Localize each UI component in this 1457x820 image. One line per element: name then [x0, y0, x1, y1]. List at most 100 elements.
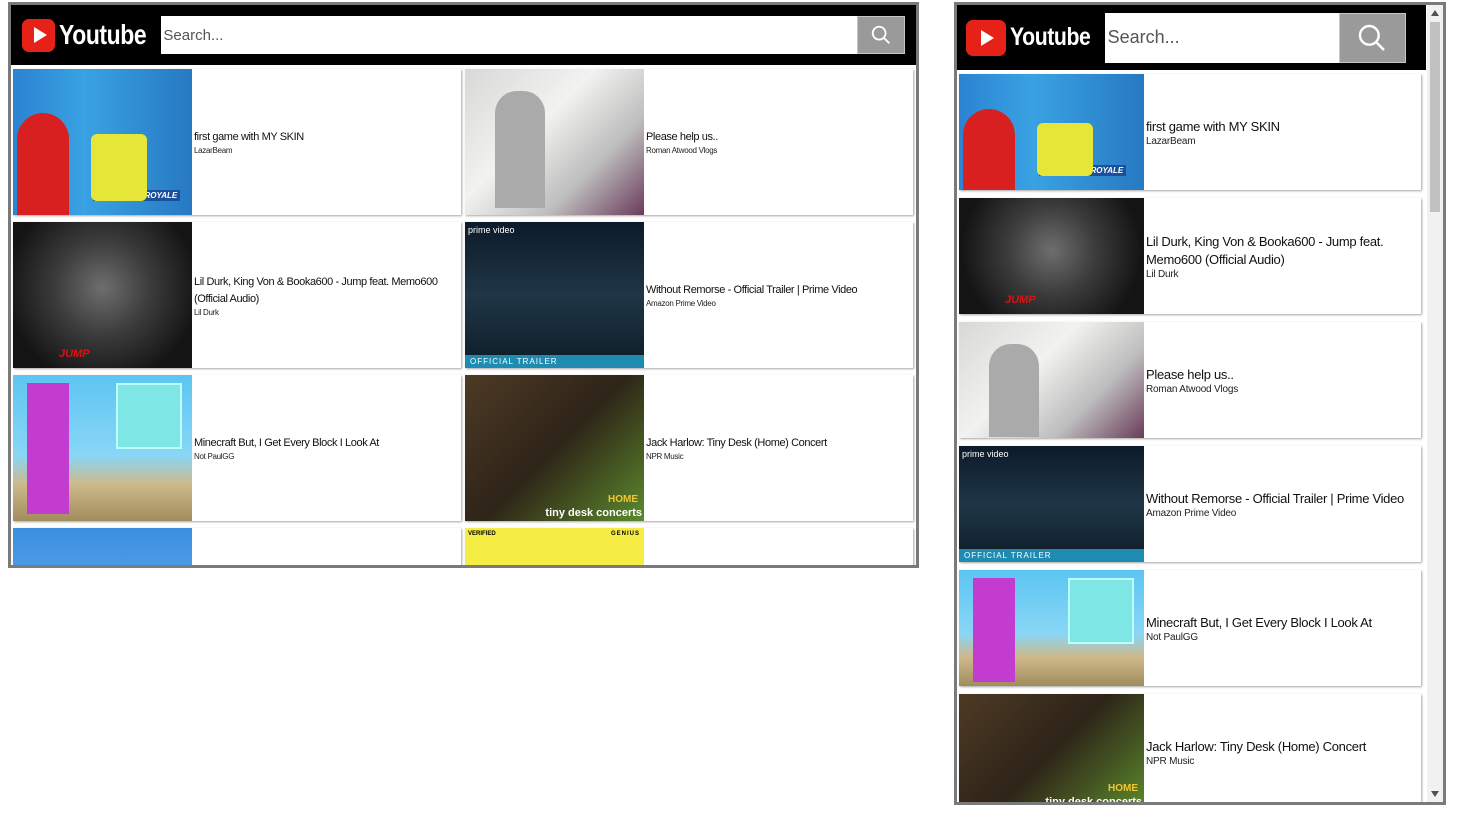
video-thumbnail[interactable]: HOME tiny desk concerts	[959, 694, 1144, 805]
search-icon	[871, 25, 890, 44]
video-thumbnail[interactable]	[465, 69, 644, 215]
video-title[interactable]: Minecraft But, I Get Every Block I Look …	[1146, 614, 1372, 632]
video-title[interactable]: Without Remorse - Official Trailer | Pri…	[646, 282, 858, 299]
video-card[interactable]: #1 VICTORY ROYALEfirst game with MY SKIN…	[13, 69, 461, 215]
search-input[interactable]	[161, 16, 858, 54]
video-thumbnail[interactable]: #1 VICTORY ROYALE	[959, 74, 1144, 190]
play-logo-icon	[22, 18, 55, 52]
scrollbar-thumb[interactable]	[1430, 22, 1440, 212]
video-thumbnail[interactable]: prime video OFFICIAL TRAILER	[465, 222, 644, 368]
search-icon	[1358, 24, 1385, 51]
video-channel[interactable]: NPR Music	[1146, 756, 1366, 767]
video-card[interactable]: Minecraft But, I Get Every Block I Look …	[959, 570, 1421, 686]
video-list: #1 VICTORY ROYALEfirst game with MY SKIN…	[957, 70, 1421, 805]
thumbnail-figure	[495, 91, 545, 208]
video-thumbnail[interactable]: JUMP	[13, 222, 192, 368]
video-card[interactable]: Please help us.. Roman Atwood Vlogs	[465, 69, 913, 215]
thumbnail-text: VERIFIED	[468, 531, 496, 537]
video-meta: Jack Harlow: Tiny Desk (Home) Concert NPR…	[644, 375, 833, 521]
thumbnail-figure	[973, 578, 1015, 683]
video-meta: Jack Harlow: Tiny Desk (Home) Concert NPR…	[1144, 694, 1372, 802]
video-channel[interactable]: Not PaulGG	[194, 452, 379, 461]
video-card[interactable]: prime video OFFICIAL TRAILER Without Remor…	[959, 446, 1421, 562]
video-meta: Please help us.. Roman Atwood Vlogs	[644, 69, 724, 215]
video-channel[interactable]: Amazon Prime Video	[646, 299, 857, 308]
thumbnail-block	[116, 383, 182, 449]
video-grid: #1 VICTORY ROYALEfirst game with MY SKIN…	[11, 65, 916, 565]
video-card[interactable]: #1 VICTORY ROYALEfirst game with MY SKIN…	[959, 74, 1421, 190]
search-input[interactable]	[1104, 12, 1339, 63]
video-meta: Without Remorse - Official Trailer | Pri…	[644, 222, 863, 368]
thumbnail-text: OFFICIAL TRAILER	[959, 549, 1144, 562]
thumbnail-text: tiny desk concerts	[1045, 796, 1142, 805]
video-thumbnail[interactable]	[959, 322, 1144, 438]
video-title[interactable]: Minecraft But, I Get Every Block I Look …	[194, 435, 379, 452]
video-title[interactable]: Without Remorse - Official Trailer | Pri…	[1146, 490, 1404, 508]
logo-text: Youtube	[59, 19, 147, 50]
video-card[interactable]: prime video OFFICIAL TRAILER Without Remor…	[465, 222, 913, 368]
video-card[interactable]: JUMP Lil Durk, King Von & Booka600 - Jump…	[13, 222, 461, 368]
top-bar: Youtube	[957, 5, 1426, 70]
video-thumbnail[interactable]	[13, 375, 192, 521]
thumbnail-figure	[17, 112, 69, 215]
wide-viewport-frame: Youtube #1 VICTORY ROYALEfirst game with…	[8, 2, 919, 568]
vertical-scrollbar[interactable]	[1427, 5, 1443, 802]
video-meta: Please help us.. Roman Atwood Vlogs	[1144, 322, 1244, 438]
video-thumbnail[interactable]	[13, 528, 192, 565]
video-thumbnail[interactable]: VERIFIED GENIUS	[465, 528, 644, 565]
thumbnail-text: tiny desk concerts	[545, 507, 642, 519]
video-card[interactable]: HOME tiny desk concerts Jack Harlow: Tiny …	[465, 375, 913, 521]
video-channel[interactable]: Lil Durk	[194, 308, 455, 317]
thumbnail-text: prime video	[962, 449, 1009, 459]
video-card[interactable]: HOME tiny desk concerts Jack Harlow: Tiny …	[959, 694, 1421, 805]
video-channel[interactable]: LazarBeam	[1146, 136, 1280, 147]
video-card[interactable]: VERIFIED GENIUS	[465, 528, 913, 565]
video-meta: Lil Durk, King Von & Booka600 - Jump fea…	[192, 222, 461, 368]
thumbnail-text: HOME	[1108, 783, 1138, 794]
video-channel[interactable]: LazarBeam	[194, 146, 304, 155]
video-thumbnail[interactable]	[959, 570, 1144, 686]
video-meta: Lil Durk, King Von & Booka600 - Jump fea…	[1144, 198, 1421, 314]
thumbnail-text: OFFICIAL TRAILER	[465, 355, 644, 368]
thumbnail-text: JUMP	[59, 348, 90, 360]
video-card[interactable]: Minecraft But, I Get Every Block I Look …	[13, 375, 461, 521]
video-title[interactable]: Jack Harlow: Tiny Desk (Home) Concert	[646, 435, 827, 452]
video-title[interactable]: Jack Harlow: Tiny Desk (Home) Concert	[1146, 738, 1366, 756]
top-bar: Youtube	[11, 5, 916, 65]
thumbnail-text: GENIUS	[610, 531, 640, 537]
video-card[interactable]: Please help us.. Roman Atwood Vlogs	[959, 322, 1421, 438]
video-card[interactable]: JUMP Lil Durk, King Von & Booka600 - Jump…	[959, 198, 1421, 314]
scroll-up-arrow-icon[interactable]	[1427, 5, 1443, 21]
video-title[interactable]: Lil Durk, King Von & Booka600 - Jump fea…	[1146, 233, 1415, 269]
video-channel[interactable]: Roman Atwood Vlogs	[1146, 384, 1238, 395]
video-title[interactable]: Please help us..	[1146, 366, 1238, 384]
search-button[interactable]	[857, 16, 905, 54]
thumbnail-figure	[963, 108, 1015, 190]
video-thumbnail[interactable]: prime video OFFICIAL TRAILER	[959, 446, 1144, 562]
youtube-logo[interactable]: Youtube	[22, 18, 149, 52]
video-title[interactable]: Lil Durk, King Von & Booka600 - Jump fea…	[194, 274, 455, 308]
video-channel[interactable]: Lil Durk	[1146, 269, 1415, 280]
narrow-viewport-frame: Youtube #1 VICTORY ROYALEfirst game with…	[954, 2, 1446, 805]
video-thumbnail[interactable]: HOME tiny desk concerts	[465, 375, 644, 521]
search-button[interactable]	[1338, 12, 1406, 63]
video-title[interactable]: Please help us..	[646, 129, 718, 146]
video-meta: Minecraft But, I Get Every Block I Look …	[1144, 570, 1378, 686]
thumbnail-figure	[989, 344, 1039, 437]
youtube-logo[interactable]: Youtube	[966, 19, 1093, 56]
video-meta: Minecraft But, I Get Every Block I Look …	[192, 375, 385, 521]
video-title[interactable]: first game with MY SKIN	[1146, 118, 1280, 136]
video-meta: Without Remorse - Official Trailer | Pri…	[1144, 446, 1410, 562]
video-channel[interactable]: Not PaulGG	[1146, 632, 1372, 643]
video-channel[interactable]: Amazon Prime Video	[1146, 508, 1404, 519]
thumbnail-text: prime video	[468, 225, 515, 235]
video-title[interactable]: first game with MY SKIN	[194, 129, 304, 146]
video-card[interactable]	[13, 528, 461, 565]
video-channel[interactable]: Roman Atwood Vlogs	[646, 146, 718, 155]
scroll-down-arrow-icon[interactable]	[1427, 786, 1443, 802]
video-thumbnail[interactable]: JUMP	[959, 198, 1144, 314]
video-meta: first game with MY SKIN LazarBeam	[192, 69, 310, 215]
video-meta: first game with MY SKIN LazarBeam	[1144, 74, 1286, 190]
video-channel[interactable]: NPR Music	[646, 452, 827, 461]
video-thumbnail[interactable]: #1 VICTORY ROYALE	[13, 69, 192, 215]
